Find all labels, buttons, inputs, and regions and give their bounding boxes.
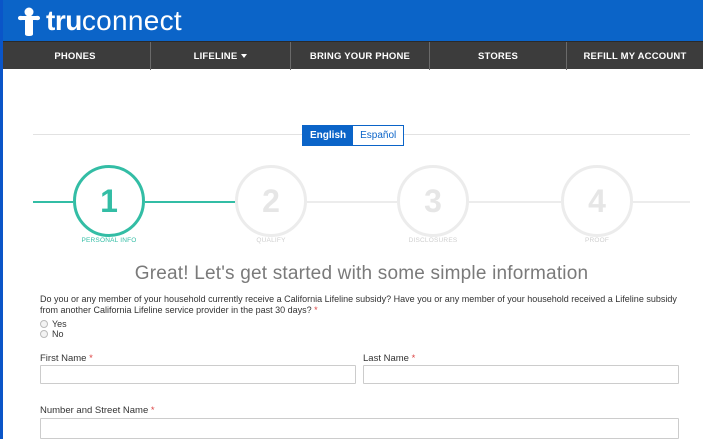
street-name-field[interactable]: [40, 418, 679, 439]
step-connector: [33, 201, 73, 203]
step-3-circle: 3: [397, 165, 469, 237]
nav-item-phones[interactable]: PHONES: [0, 42, 151, 70]
radio-label: No: [52, 329, 64, 339]
step-3-label: DISCLOSURES: [408, 237, 458, 244]
step-4-label: PROOF: [584, 237, 610, 244]
nav-label: LIFELINE: [193, 50, 238, 62]
last-name-field[interactable]: [363, 365, 679, 384]
step-number: 1: [100, 182, 118, 219]
radio-button[interactable]: [40, 330, 48, 338]
nav-item-stores[interactable]: STORES: [430, 42, 567, 70]
step-4-circle: 4: [561, 165, 633, 237]
radio-label: Yes: [52, 319, 67, 329]
question-text: Do you or any member of your household c…: [40, 294, 677, 315]
first-name-label: First Name *: [40, 353, 93, 364]
required-mark: *: [150, 405, 155, 416]
progress-steps: 1 2 3 4 PERSONAL INFO QUALIFY DISCLOSURE…: [33, 165, 690, 245]
label-text: Number and Street Name: [40, 405, 149, 416]
caret-down-icon: [241, 54, 248, 58]
label-text: First Name: [40, 353, 87, 364]
nav-label: BRING YOUR PHONE: [309, 50, 411, 62]
logo-text-tru: tru: [46, 5, 82, 36]
logo-text-connect: connect: [81, 5, 182, 36]
truconnect-logo[interactable]: tru connect: [16, 5, 182, 37]
step-number: 3: [424, 182, 442, 219]
window-edge: [0, 0, 3, 439]
main-navigation: PHONES LIFELINE BRING YOUR PHONE STORES …: [0, 41, 703, 70]
step-1-circle: 1: [73, 165, 145, 237]
language-english-button[interactable]: English: [303, 126, 354, 145]
required-mark: *: [314, 304, 318, 315]
language-spanish-button[interactable]: Español: [353, 126, 404, 145]
radio-option-no[interactable]: No: [40, 329, 64, 339]
step-connector: [307, 201, 397, 203]
nav-label: PHONES: [54, 50, 96, 62]
first-name-field[interactable]: [40, 365, 356, 384]
nav-item-bring-your-phone[interactable]: BRING YOUR PHONE: [291, 42, 430, 70]
step-1-label: PERSONAL INFO: [81, 237, 137, 244]
label-text: Last Name: [363, 353, 409, 364]
last-name-label: Last Name *: [363, 353, 415, 364]
step-connector: [145, 201, 235, 203]
step-2-label: QUALIFY: [256, 237, 286, 244]
site-header: tru connect: [0, 0, 703, 41]
radio-option-yes[interactable]: Yes: [40, 319, 67, 329]
step-number: 2: [262, 182, 280, 219]
nav-label: STORES: [477, 50, 519, 62]
nav-item-lifeline[interactable]: LIFELINE: [151, 42, 291, 70]
nav-item-refill-my-account[interactable]: REFILL MY ACCOUNT: [567, 42, 703, 70]
required-mark: *: [411, 353, 416, 364]
nav-label: REFILL MY ACCOUNT: [583, 50, 687, 62]
step-2-circle: 2: [235, 165, 307, 237]
lifeline-question: Do you or any member of your household c…: [40, 294, 680, 315]
step-connector: [633, 201, 690, 203]
required-mark: *: [89, 353, 93, 364]
street-name-label: Number and Street Name *: [40, 405, 155, 416]
step-connector: [469, 201, 561, 203]
radio-button[interactable]: [40, 320, 48, 328]
page-heading: Great! Let's get started with some simpl…: [134, 263, 589, 284]
step-number: 4: [588, 182, 606, 219]
person-icon: [18, 7, 40, 36]
language-toggle: English Español: [302, 125, 405, 146]
